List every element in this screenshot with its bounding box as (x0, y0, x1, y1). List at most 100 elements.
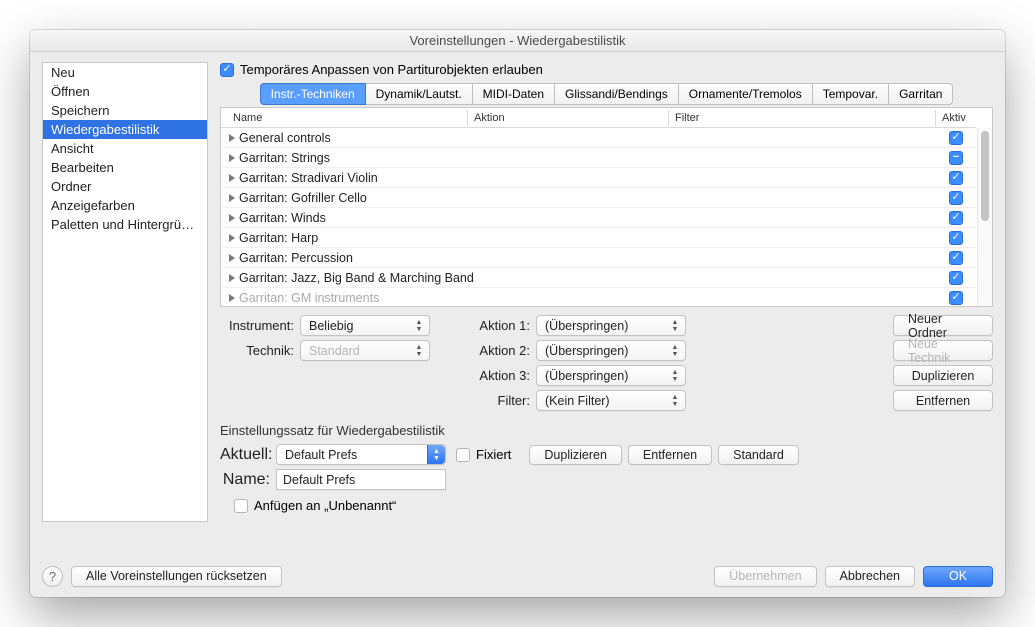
preset-heading: Einstellungssatz für Wiedergabestilistik (220, 423, 993, 438)
cancel-button[interactable]: Abbrechen (825, 566, 915, 587)
row-active-checkbox[interactable] (949, 231, 963, 245)
filter-combo[interactable]: (Kein Filter) ▲▼ (536, 390, 686, 411)
window-title: Voreinstellungen - Wiedergabestilistik (30, 30, 1005, 52)
row-name: General controls (239, 131, 331, 145)
row-name: Garritan: Winds (239, 211, 326, 225)
sidebar-item[interactable]: Wiedergabestilistik (43, 120, 207, 139)
row-name: Garritan: Jazz, Big Band & Marching Band (239, 271, 474, 285)
preset-duplicate-button[interactable]: Duplizieren (529, 445, 622, 465)
new-technique-button[interactable]: Neue Technik (893, 340, 993, 361)
table-row[interactable]: Garritan: Winds (221, 208, 976, 228)
row-active-checkbox[interactable] (949, 251, 963, 265)
disclosure-triangle-icon[interactable] (229, 294, 235, 302)
disclosure-triangle-icon[interactable] (229, 214, 235, 222)
tab[interactable]: Tempovar. (813, 83, 889, 105)
table-row[interactable]: Garritan: Harp (221, 228, 976, 248)
sidebar-item[interactable]: Bearbeiten (43, 158, 207, 177)
col-aktion[interactable]: Aktion (468, 112, 668, 124)
name-field[interactable]: Default Prefs (276, 469, 446, 490)
sidebar-item[interactable]: Neu (43, 63, 207, 82)
chevrons-icon: ▲▼ (669, 393, 681, 408)
row-active-checkbox[interactable] (949, 291, 963, 305)
help-button[interactable]: ? (42, 566, 63, 587)
chevrons-icon: ▲▼ (413, 318, 425, 333)
fixiert-checkbox[interactable] (456, 448, 470, 462)
table-scrollbar[interactable] (977, 128, 992, 306)
new-folder-button[interactable]: Neuer Ordner (893, 315, 993, 336)
aktion1-combo[interactable]: (Überspringen) ▲▼ (536, 315, 686, 336)
ok-button[interactable]: OK (923, 566, 993, 587)
col-aktiv[interactable]: Aktiv (936, 112, 976, 124)
reset-all-button[interactable]: Alle Voreinstellungen rücksetzen (71, 566, 282, 587)
table-row[interactable]: Garritan: GM instruments (221, 288, 976, 306)
aktion2-combo[interactable]: (Überspringen) ▲▼ (536, 340, 686, 361)
row-name: Garritan: Gofriller Cello (239, 191, 367, 205)
tab[interactable]: Dynamik/Lautst. (366, 83, 473, 105)
anfuegen-label: Anfügen an „Unbenannt“ (254, 498, 396, 513)
preferences-window: Voreinstellungen - Wiedergabestilistik N… (30, 30, 1005, 597)
row-active-checkbox[interactable] (949, 211, 963, 225)
technik-combo[interactable]: Standard ▲▼ (300, 340, 430, 361)
tab[interactable]: Ornamente/Tremolos (679, 83, 813, 105)
col-filter[interactable]: Filter (669, 112, 935, 124)
aktion3-combo[interactable]: (Überspringen) ▲▼ (536, 365, 686, 386)
allow-temp-checkbox[interactable] (220, 63, 234, 77)
table-row[interactable]: Garritan: Stradivari Violin (221, 168, 976, 188)
row-name: Garritan: Percussion (239, 251, 353, 265)
disclosure-triangle-icon[interactable] (229, 174, 235, 182)
row-active-checkbox[interactable] (949, 191, 963, 205)
tab[interactable]: Instr.-Techniken (260, 83, 366, 105)
aktion1-label: Aktion 1: (470, 318, 536, 333)
sidebar-item[interactable]: Paletten und Hintergründe (43, 215, 207, 234)
instrument-combo[interactable]: Beliebig ▲▼ (300, 315, 430, 336)
anfuegen-checkbox[interactable] (234, 499, 248, 513)
disclosure-triangle-icon[interactable] (229, 134, 235, 142)
row-name: Garritan: Strings (239, 151, 330, 165)
chevrons-icon: ▲▼ (669, 318, 681, 333)
preset-standard-button[interactable]: Standard (718, 445, 799, 465)
name-label: Name: (220, 471, 276, 489)
table-row[interactable]: Garritan: Gofriller Cello (221, 188, 976, 208)
disclosure-triangle-icon[interactable] (229, 194, 235, 202)
disclosure-triangle-icon[interactable] (229, 274, 235, 282)
tab[interactable]: Garritan (889, 83, 953, 105)
aktion2-label: Aktion 2: (470, 343, 536, 358)
table-row[interactable]: Garritan: Strings (221, 148, 976, 168)
scrollbar-thumb[interactable] (981, 131, 989, 221)
disclosure-triangle-icon[interactable] (229, 254, 235, 262)
remove-button[interactable]: Entfernen (893, 390, 993, 411)
sidebar-item[interactable]: Speichern (43, 101, 207, 120)
preset-remove-button[interactable]: Entfernen (628, 445, 712, 465)
fixiert-label: Fixiert (476, 447, 511, 462)
col-name[interactable]: Name (227, 112, 467, 124)
disclosure-triangle-icon[interactable] (229, 154, 235, 162)
duplicate-button[interactable]: Duplizieren (893, 365, 993, 386)
table-row[interactable]: Garritan: Percussion (221, 248, 976, 268)
allow-temp-label: Temporäres Anpassen von Partiturobjekten… (240, 62, 543, 77)
sidebar-item[interactable]: Ansicht (43, 139, 207, 158)
sidebar-item[interactable]: Anzeigefarben (43, 196, 207, 215)
tab[interactable]: MIDI-Daten (473, 83, 555, 105)
table-row[interactable]: General controls (221, 128, 976, 148)
category-sidebar: NeuÖffnenSpeichernWiedergabestilistikAns… (42, 62, 208, 522)
row-active-checkbox[interactable] (949, 171, 963, 185)
techniques-table: Name Aktion Filter Aktiv General control… (220, 107, 993, 307)
technik-label: Technik: (220, 343, 300, 358)
instrument-label: Instrument: (220, 318, 300, 333)
row-name: Garritan: GM instruments (239, 291, 379, 305)
aktuell-label: Aktuell: (220, 446, 276, 464)
tab-bar: Instr.-TechnikenDynamik/Lautst.MIDI-Date… (220, 83, 993, 105)
apply-button[interactable]: Übernehmen (714, 566, 816, 587)
row-active-checkbox[interactable] (949, 271, 963, 285)
aktuell-combo[interactable]: Default Prefs ▲▼ (276, 444, 446, 465)
row-active-checkbox[interactable] (949, 151, 963, 165)
filter-label: Filter: (470, 393, 536, 408)
disclosure-triangle-icon[interactable] (229, 234, 235, 242)
table-row[interactable]: Garritan: Jazz, Big Band & Marching Band (221, 268, 976, 288)
sidebar-item[interactable]: Öffnen (43, 82, 207, 101)
row-name: Garritan: Stradivari Violin (239, 171, 378, 185)
tab[interactable]: Glissandi/Bendings (555, 83, 679, 105)
row-active-checkbox[interactable] (949, 131, 963, 145)
chevrons-icon: ▲▼ (669, 368, 681, 383)
sidebar-item[interactable]: Ordner (43, 177, 207, 196)
